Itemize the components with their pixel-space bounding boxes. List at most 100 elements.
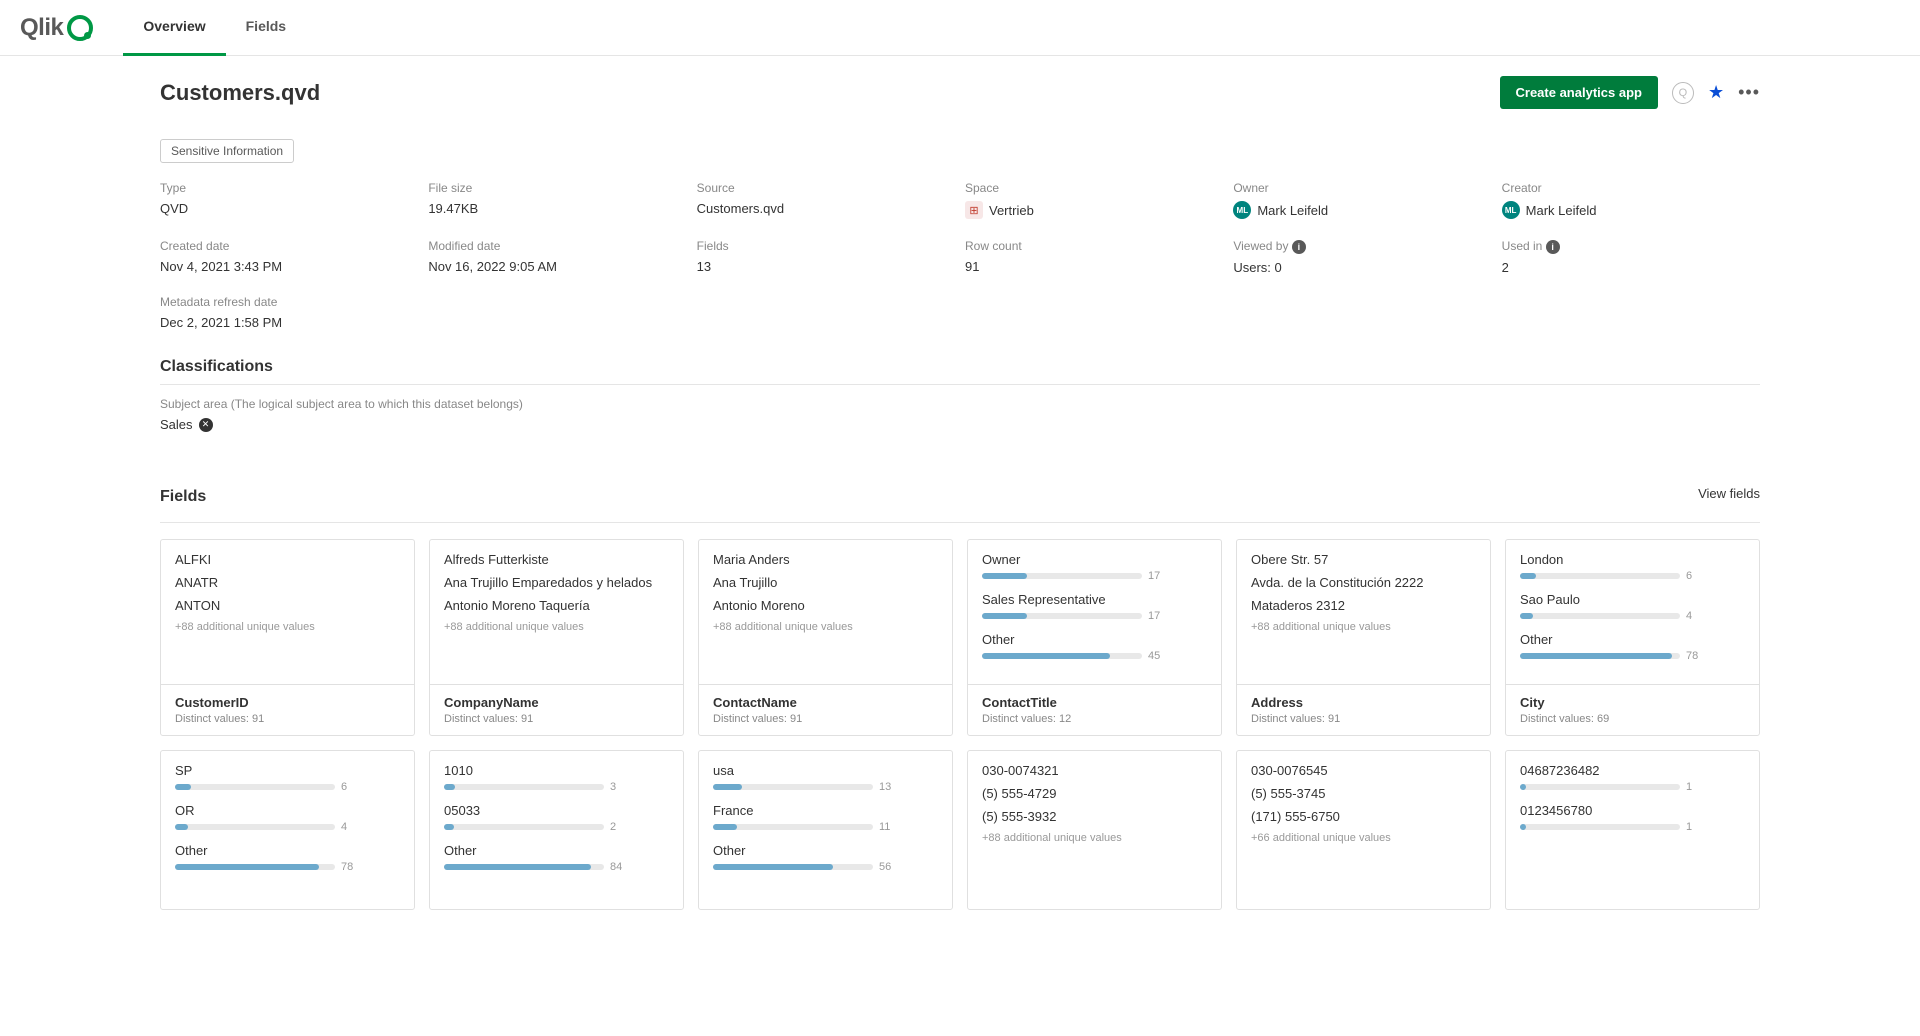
fields-title: Fields: [160, 488, 206, 506]
bar-count: 13: [879, 781, 897, 793]
field-more: +88 additional unique values: [1251, 621, 1476, 633]
field-value: Ana Trujillo: [713, 575, 938, 590]
field-more: +88 additional unique values: [175, 621, 400, 633]
field-card[interactable]: Owner 17 Sales Representative 17 Other 45 Cont…: [967, 539, 1222, 736]
field-card[interactable]: London6Sao Paulo4Other78CityDistinct val…: [1505, 539, 1760, 736]
create-analytics-app-button[interactable]: Create analytics app: [1500, 76, 1658, 109]
meta-type: Type QVD: [160, 181, 418, 219]
bar-label: France: [713, 803, 938, 818]
field-name: CompanyName: [444, 695, 669, 710]
field-more: +88 additional unique values: [713, 621, 938, 633]
bar-count: 11: [879, 821, 897, 833]
field-name: Address: [1251, 695, 1476, 710]
bar-label: SP: [175, 763, 400, 778]
bar-count: 17: [1148, 570, 1166, 582]
bar-label: OR: [175, 803, 400, 818]
tab-overview[interactable]: Overview: [123, 0, 225, 56]
meta-fields: Fields 13: [697, 239, 955, 275]
bar-count: 2: [610, 821, 628, 833]
field-card[interactable]: Maria AndersAna TrujilloAntonio Moreno+8…: [698, 539, 953, 736]
bar-count: 78: [341, 861, 359, 873]
bar-label: Owner: [982, 552, 1207, 567]
avatar: ML: [1233, 201, 1251, 219]
bar-count: 1: [1686, 781, 1704, 793]
bar-label: 1010: [444, 763, 669, 778]
field-card[interactable]: 030-0074321(5) 555-4729(5) 555-3932+88 a…: [967, 750, 1222, 910]
tab-fields[interactable]: Fields: [226, 0, 306, 56]
field-value: 030-0074321: [982, 763, 1207, 778]
field-value: ALFKI: [175, 552, 400, 567]
bar-count: 17: [1148, 610, 1166, 622]
bar-label: Other: [1520, 632, 1745, 647]
field-more: +88 additional unique values: [444, 621, 669, 633]
meta-modified: Modified date Nov 16, 2022 9:05 AM: [428, 239, 686, 275]
field-value: (5) 555-3932: [982, 809, 1207, 824]
field-value: Alfreds Futterkiste: [444, 552, 669, 567]
bar-count: 1: [1686, 821, 1704, 833]
bar-label: 0123456780: [1520, 803, 1745, 818]
bar-count: 84: [610, 861, 628, 873]
star-icon[interactable]: ★: [1708, 82, 1724, 103]
bar-label: 05033: [444, 803, 669, 818]
meta-filesize: File size 19.47KB: [428, 181, 686, 219]
field-name: ContactName: [713, 695, 938, 710]
meta-owner: Owner MLMark Leifeld: [1233, 181, 1491, 219]
field-card[interactable]: 030-0076545(5) 555-3745(171) 555-6750+66…: [1236, 750, 1491, 910]
field-card[interactable]: Alfreds FutterkisteAna Trujillo Empareda…: [429, 539, 684, 736]
meta-created: Created date Nov 4, 2021 3:43 PM: [160, 239, 418, 275]
field-card[interactable]: ALFKI ANATR ANTON +88 additional unique val…: [160, 539, 415, 736]
bar-label: Other: [444, 843, 669, 858]
field-value: Mataderos 2312: [1251, 598, 1476, 613]
field-value: Avda. de la Constitución 2222: [1251, 575, 1476, 590]
bar-label: Other: [175, 843, 400, 858]
bar-label: usa: [713, 763, 938, 778]
bar-label: Other: [713, 843, 938, 858]
field-card[interactable]: 1010 3 05033 2 Other 84: [429, 750, 684, 910]
avatar: ML: [1502, 201, 1520, 219]
chat-icon[interactable]: Q: [1672, 82, 1694, 104]
field-value: Maria Anders: [713, 552, 938, 567]
view-fields-link[interactable]: View fields: [1698, 486, 1760, 501]
bar-label: London: [1520, 552, 1745, 567]
field-value: Antonio Moreno Taquería: [444, 598, 669, 613]
field-distinct: Distinct values: 91: [1251, 713, 1476, 725]
page-title: Customers.qvd: [160, 80, 320, 106]
info-icon[interactable]: i: [1292, 240, 1306, 254]
meta-refresh: Metadata refresh date Dec 2, 2021 1:58 P…: [160, 295, 418, 330]
field-value: ANATR: [175, 575, 400, 590]
more-icon[interactable]: •••: [1738, 82, 1760, 103]
field-value: (171) 555-6750: [1251, 809, 1476, 824]
field-name: City: [1520, 695, 1745, 710]
field-card[interactable]: Obere Str. 57 Avda. de la Constitución 22…: [1236, 539, 1491, 736]
field-more: +66 additional unique values: [1251, 832, 1476, 844]
bar-label: Other: [982, 632, 1207, 647]
field-distinct: Distinct values: 69: [1520, 713, 1745, 725]
meta-rows: Row count 91: [965, 239, 1223, 275]
bar-count: 56: [879, 861, 897, 873]
logo: Qlik: [20, 14, 93, 42]
bar-count: 78: [1686, 650, 1704, 662]
subject-area-label: Subject area (The logical subject area t…: [160, 397, 1760, 411]
field-card[interactable]: SP 6 OR 4 Other 78: [160, 750, 415, 910]
field-card[interactable]: usa 13 France 11 Other 56: [698, 750, 953, 910]
bar-count: 4: [1686, 610, 1704, 622]
meta-source: Source Customers.qvd: [697, 181, 955, 219]
bar-label: Sales Representative: [982, 592, 1207, 607]
field-value: ANTON: [175, 598, 400, 613]
meta-space: Space ⊞Vertrieb: [965, 181, 1223, 219]
bar-count: 4: [341, 821, 359, 833]
sensitive-tag: Sensitive Information: [160, 139, 294, 163]
field-value: Obere Str. 57: [1251, 552, 1476, 567]
classifications-title: Classifications: [160, 358, 1760, 376]
field-distinct: Distinct values: 12: [982, 713, 1207, 725]
field-name: ContactTitle: [982, 695, 1207, 710]
bar-count: 6: [341, 781, 359, 793]
remove-chip-icon[interactable]: ✕: [199, 418, 213, 432]
bar-count: 3: [610, 781, 628, 793]
meta-usedin: Used in i 2: [1502, 239, 1760, 275]
field-card[interactable]: 04687236482101234567801: [1505, 750, 1760, 910]
field-distinct: Distinct values: 91: [444, 713, 669, 725]
field-distinct: Distinct values: 91: [175, 713, 400, 725]
bar-count: 45: [1148, 650, 1166, 662]
info-icon[interactable]: i: [1546, 240, 1560, 254]
